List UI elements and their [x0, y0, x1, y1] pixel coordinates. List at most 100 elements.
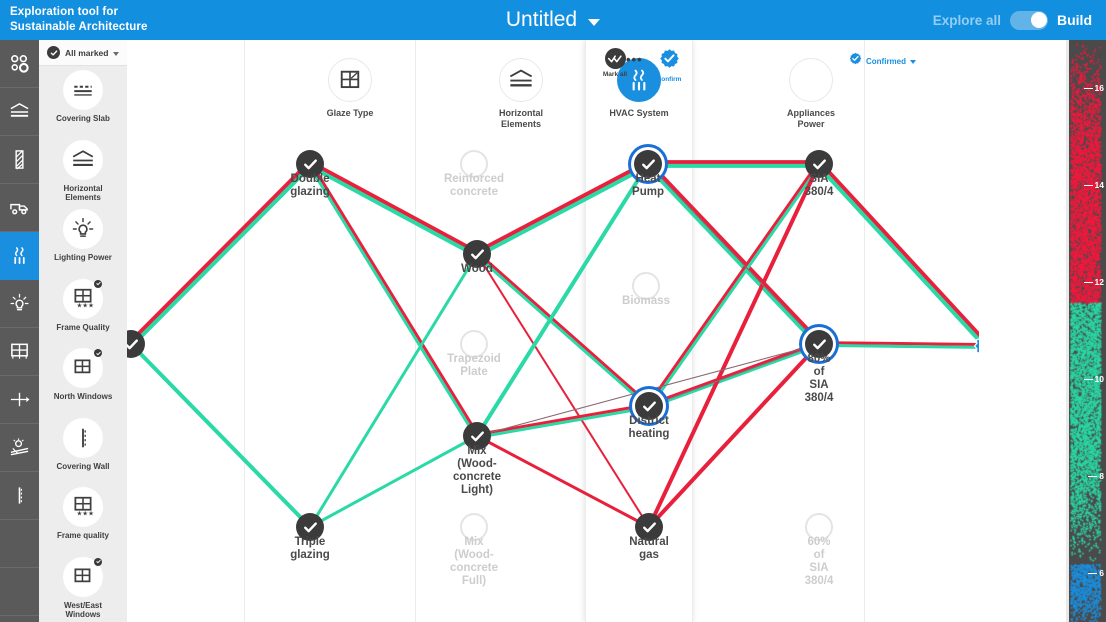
rail-item-10[interactable]: [0, 520, 39, 568]
build-label[interactable]: Build: [1057, 12, 1092, 28]
verified-badge-icon: [659, 48, 680, 74]
rail-item-6[interactable]: [0, 328, 39, 376]
palette-item[interactable]: Lighting Power: [39, 205, 127, 275]
all-marked-dropdown[interactable]: All marked: [39, 40, 127, 66]
sun-shading-icon: [10, 438, 29, 456]
confirmed-status-badge[interactable]: Confirmed: [849, 52, 916, 70]
layers-roof-icon: [509, 69, 533, 87]
graph-edge: [476, 251, 652, 407]
confirmed-label: Confirmed: [866, 56, 906, 66]
palette-item[interactable]: Horizontal Elements: [39, 136, 127, 206]
column-name: HVAC System: [609, 108, 669, 118]
node-label: Mix (Wood- concrete Full): [450, 536, 498, 587]
truck-icon: [10, 203, 28, 215]
rail-item-2[interactable]: [0, 136, 39, 184]
palette-item[interactable]: ★★★ Frame quality: [39, 483, 127, 553]
confirm-button[interactable]: Confirm: [650, 48, 688, 83]
marked-badge-icon: [94, 557, 102, 566]
check-icon: [303, 158, 317, 169]
check-icon: [470, 248, 484, 259]
layers-roof-icon: [10, 103, 29, 117]
marked-badge-icon: [94, 279, 102, 288]
check-icon: [642, 400, 656, 411]
palette-item-label: Frame quality: [56, 531, 109, 540]
graph-edge: [648, 343, 820, 407]
palette-item-icon: [63, 556, 103, 597]
explore-all-label[interactable]: Explore all: [933, 13, 1001, 28]
blank-icon: [798, 67, 824, 93]
node-dot[interactable]: [973, 332, 979, 360]
node-label: Trapezoid Plate: [447, 353, 501, 378]
rail-item-1[interactable]: [0, 88, 39, 136]
graph-edge: [647, 343, 821, 409]
wall-column-icon: [18, 487, 22, 504]
svg-text:★★★: ★★★: [76, 510, 94, 518]
node-label: Biomass: [622, 295, 670, 307]
column-name: Appliances Power: [786, 108, 835, 129]
graph-edge: [647, 163, 820, 345]
hatched-column-icon: [15, 150, 24, 170]
verified-badge-icon: [849, 52, 862, 70]
rail-item-7[interactable]: [0, 376, 39, 424]
palette-item[interactable]: Covering Wall: [39, 414, 127, 484]
rail-item-11[interactable]: [0, 568, 39, 616]
chevron-down-icon[interactable]: [588, 18, 601, 26]
window-grid-icon: [11, 343, 28, 359]
palette-item[interactable]: West/East Windows: [39, 553, 127, 622]
check-icon: [812, 338, 826, 349]
layers-roof-icon: [72, 149, 94, 166]
lightbulb-icon: [72, 217, 94, 237]
check-icon: [127, 338, 138, 349]
graph-edge: [647, 162, 821, 529]
graph-canvas[interactable]: Glaze Type Horizontal Elements HVAC System…: [127, 40, 979, 622]
palette-item-icon: [63, 417, 103, 458]
graph-edge: [646, 161, 820, 407]
rail-item-9[interactable]: [0, 472, 39, 520]
density-scatter-plot: [1066, 40, 1106, 622]
graph-edge: [647, 160, 823, 345]
palette-item-label: West/East Windows: [63, 600, 103, 620]
rail-item-0[interactable]: [0, 40, 39, 88]
window-stars-icon: ★★★: [74, 288, 94, 309]
marked-badge-icon: [94, 349, 102, 357]
palette-item-label: Lighting Power: [54, 253, 112, 262]
document-title[interactable]: Untitled: [506, 8, 577, 32]
column-name: Horizontal Elements: [499, 108, 543, 129]
app-title: Exploration tool for Sustainable Archite…: [10, 6, 148, 33]
blank-icon: [9, 533, 30, 554]
mode-switch[interactable]: Explore all Build: [933, 0, 1092, 40]
column-icon[interactable]: [499, 58, 543, 102]
palette-item[interactable]: North Windows: [39, 344, 127, 414]
check-icon: [812, 158, 826, 169]
rail-item-8[interactable]: [0, 424, 39, 472]
chevron-down-icon[interactable]: [113, 51, 120, 56]
palette-item-label: Covering Wall: [56, 461, 110, 471]
node-label: Heat Pump: [632, 173, 664, 198]
toggle-knob: [1030, 12, 1047, 28]
palette-item-label: North Windows: [53, 392, 113, 401]
window-corner-icon: [74, 567, 91, 582]
all-marked-label: All marked: [65, 47, 109, 58]
window-stars-icon: ★★★: [74, 496, 94, 518]
column-icon[interactable]: [328, 58, 372, 102]
axis-tick: 12: [1083, 277, 1104, 287]
column-icon[interactable]: [789, 58, 833, 102]
chevron-down-icon[interactable]: [910, 60, 916, 64]
rail-item-3[interactable]: [0, 184, 39, 232]
palette-item-icon: ★★★: [63, 278, 103, 319]
graph-edge: [127, 160, 311, 345]
palette-item-list: Covering Slab Horizontal Elements Lighting…: [39, 66, 127, 622]
rail-item-5[interactable]: [0, 280, 39, 328]
build-mode-toggle[interactable]: [1010, 10, 1048, 30]
palette-item[interactable]: ★★★ Frame Quality: [39, 275, 127, 345]
graph-edge: [309, 161, 480, 437]
palette-item[interactable]: Covering Slab: [39, 66, 127, 136]
node-label: District heating: [628, 415, 670, 440]
axis-tick: 6: [1088, 568, 1104, 578]
ellipsis-icon[interactable]: •••: [626, 53, 643, 66]
graph-edge: [644, 163, 820, 348]
blank-icon: [9, 581, 30, 602]
check-icon: [470, 430, 484, 441]
double-check-icon: [604, 48, 626, 69]
rail-item-4[interactable]: [0, 232, 39, 280]
